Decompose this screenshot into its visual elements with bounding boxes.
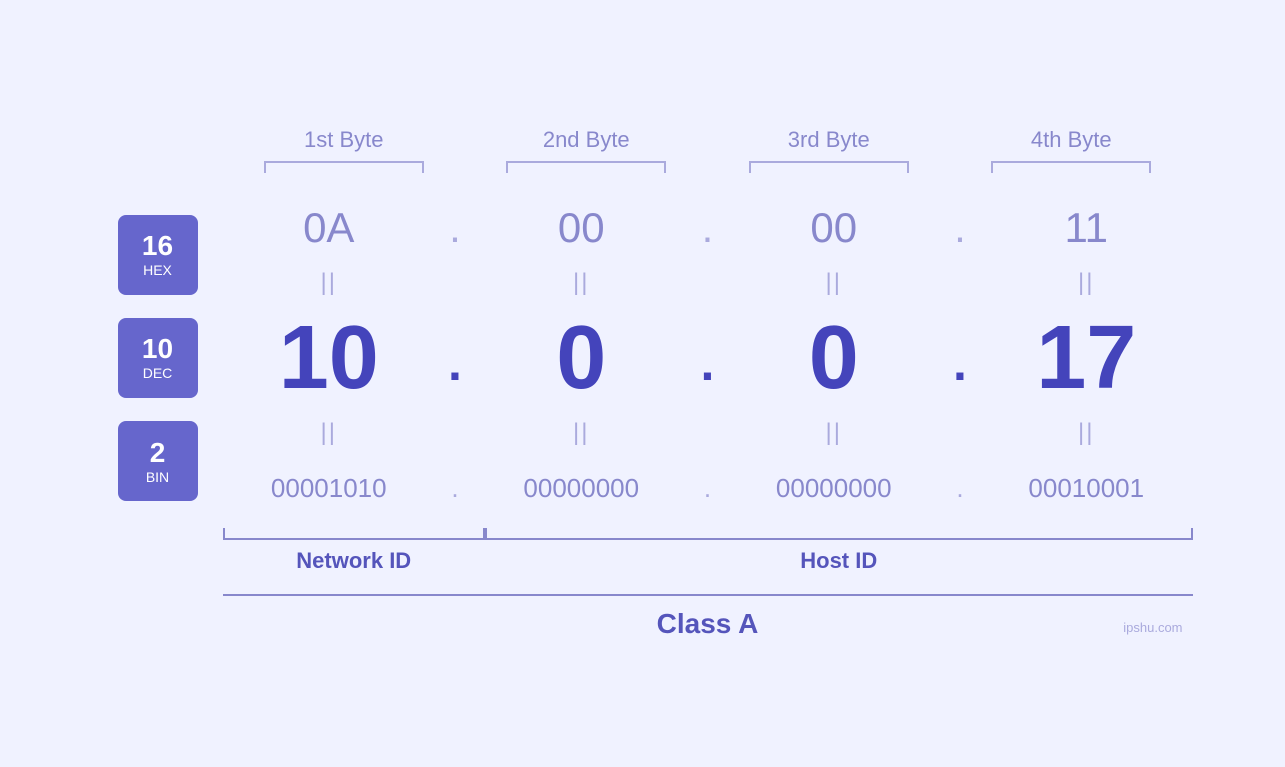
network-bracket-line [223, 528, 486, 540]
hex-dot-2: . [688, 204, 728, 252]
byte-label-1: 1st Byte [223, 127, 466, 161]
eq-2-b3: || [728, 419, 941, 447]
host-id-label: Host ID [800, 548, 877, 574]
badge-column: 16 HEX 10 DEC 2 BIN [93, 193, 223, 523]
header-row: 1st Byte 2nd Byte 3rd Byte 4th Byte [93, 127, 1193, 161]
main-container: 1st Byte 2nd Byte 3rd Byte 4th Byte 16 H… [93, 127, 1193, 640]
class-section: Class A [93, 594, 1193, 640]
bin-badge-number: 2 [150, 439, 166, 467]
eq-2-b2: || [475, 419, 688, 447]
hex-badge: 16 HEX [118, 215, 198, 295]
byte-label-4: 4th Byte [950, 127, 1193, 161]
eq-2-b4: || [980, 419, 1193, 447]
dec-dot-3: . [940, 334, 980, 382]
class-line [223, 594, 1193, 596]
hex-badge-number: 16 [142, 232, 173, 260]
host-bracket-wrap: Host ID [485, 528, 1193, 574]
dec-b1: 10 [223, 307, 436, 410]
bin-dot-3: . [940, 473, 980, 504]
eq-1-b1: || [223, 269, 436, 297]
bracket-cell-4 [950, 161, 1193, 173]
dec-dot-1: . [435, 334, 475, 382]
class-label: Class A [223, 608, 1193, 640]
dec-b3: 0 [728, 307, 941, 410]
dec-row: 10 . 0 . 0 . 17 [223, 303, 1193, 413]
byte-label-2: 2nd Byte [465, 127, 708, 161]
dec-badge-unit: DEC [143, 366, 173, 380]
host-bracket-line [485, 528, 1193, 540]
network-bracket-wrap: Network ID [223, 528, 486, 574]
bin-b4: 00010001 [980, 473, 1193, 504]
bin-b3: 00000000 [728, 473, 941, 504]
eq-2-b1: || [223, 419, 436, 447]
hex-dot-1: . [435, 204, 475, 252]
bracket-cell-2 [465, 161, 708, 173]
watermark: ipshu.com [1123, 620, 1182, 635]
eq-1-b3: || [728, 269, 941, 297]
content-area: 16 HEX 10 DEC 2 BIN 0A . [93, 193, 1193, 523]
hex-b3: 00 [728, 204, 941, 252]
hex-b1: 0A [223, 204, 436, 252]
dec-badge-number: 10 [142, 335, 173, 363]
bin-badge: 2 BIN [118, 421, 198, 501]
hex-dot-3: . [940, 204, 980, 252]
bracket-cell-3 [708, 161, 951, 173]
bracket-top-row [93, 161, 1193, 173]
bin-dot-1: . [435, 473, 475, 504]
network-id-label: Network ID [296, 548, 411, 574]
dec-dot-2: . [688, 334, 728, 382]
dec-b2: 0 [475, 307, 688, 410]
hex-b4: 11 [980, 204, 1193, 252]
bin-badge-unit: BIN [146, 470, 169, 484]
hex-row: 0A . 00 . 00 . 11 [223, 193, 1193, 263]
bottom-section: Network ID Host ID [93, 528, 1193, 574]
hex-badge-unit: HEX [143, 263, 172, 277]
dec-badge: 10 DEC [118, 318, 198, 398]
bracket-cell-1 [223, 161, 466, 173]
bin-b2: 00000000 [475, 473, 688, 504]
values-column: 0A . 00 . 00 . 11 [223, 193, 1193, 523]
byte-label-3: 3rd Byte [708, 127, 951, 161]
eq-1-b2: || [475, 269, 688, 297]
equals-row-1: || || || || [223, 263, 1193, 303]
eq-1-b4: || [980, 269, 1193, 297]
dec-b4: 17 [980, 307, 1193, 410]
bin-row: 00001010 . 00000000 . 00000000 . [223, 453, 1193, 523]
hex-b2: 00 [475, 204, 688, 252]
bin-b1: 00001010 [223, 473, 436, 504]
network-host-row: Network ID Host ID [223, 528, 1193, 574]
equals-row-2: || || || || [223, 413, 1193, 453]
bin-dot-2: . [688, 473, 728, 504]
